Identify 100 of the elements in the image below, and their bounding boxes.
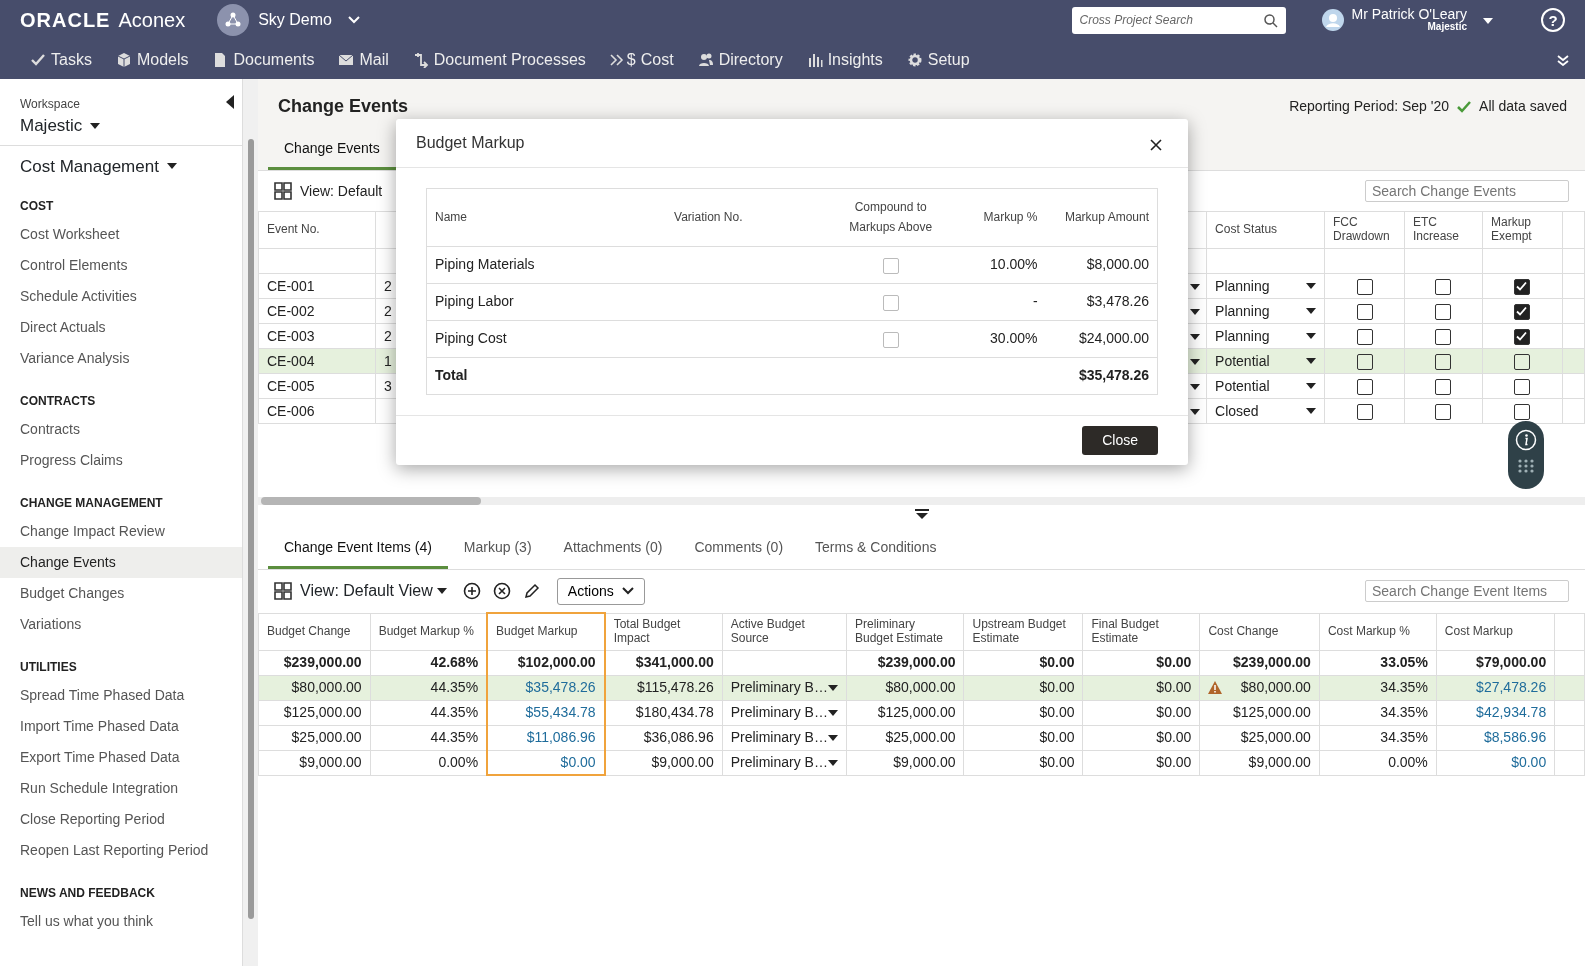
checkbox[interactable]: [1514, 403, 1531, 420]
sidebar-item[interactable]: Progress Claims: [0, 445, 242, 476]
sidebar-item[interactable]: Spread Time Phased Data: [0, 680, 242, 711]
sidebar-item[interactable]: Reopen Last Reporting Period: [0, 835, 242, 866]
checkbox[interactable]: [1435, 328, 1452, 345]
tab[interactable]: Change Event Items (4): [268, 529, 448, 569]
caret-icon: [1483, 17, 1493, 24]
checkbox[interactable]: [882, 257, 899, 274]
checkbox[interactable]: [1435, 378, 1452, 395]
nav-item[interactable]: Documents: [200, 47, 327, 72]
column-header[interactable]: Budget Change: [258, 613, 371, 650]
column-header[interactable]: Budget Markup %: [370, 613, 488, 650]
sidebar-item[interactable]: Import Time Phased Data: [0, 711, 242, 742]
collapse-sidebar-icon[interactable]: [226, 95, 234, 109]
checkbox[interactable]: [1514, 378, 1531, 395]
checkbox[interactable]: [1514, 303, 1531, 320]
sidebar-item[interactable]: Variations: [0, 609, 242, 640]
sidebar-item[interactable]: Schedule Activities: [0, 281, 242, 312]
nav-item[interactable]: Models: [103, 47, 201, 72]
workspace-selector[interactable]: Majestic: [20, 113, 101, 139]
tab[interactable]: Comments (0): [678, 529, 800, 569]
column-header[interactable]: Budget Markup: [487, 613, 605, 650]
sidebar-item[interactable]: Close Reporting Period: [0, 804, 242, 835]
table-cell[interactable]: CE-005: [258, 373, 376, 399]
help-button[interactable]: ?: [1541, 8, 1565, 32]
checkbox[interactable]: [882, 294, 899, 311]
checkbox[interactable]: [1356, 378, 1373, 395]
checkbox[interactable]: [882, 331, 899, 348]
search-icon[interactable]: [1263, 13, 1278, 28]
sidebar-item[interactable]: Export Time Phased Data: [0, 742, 242, 773]
sidebar-item[interactable]: Tell us what you think: [0, 906, 242, 937]
nav-item[interactable]: Directory: [685, 47, 795, 72]
tab[interactable]: Markup (3): [447, 529, 548, 569]
checkbox[interactable]: [1435, 353, 1452, 370]
checkbox[interactable]: [1514, 278, 1531, 295]
table-cell[interactable]: CE-002: [258, 298, 376, 324]
checkbox[interactable]: [1435, 303, 1452, 320]
table-cell[interactable]: CE-001: [258, 273, 376, 299]
nav-item[interactable]: Setup: [894, 47, 982, 72]
search-field[interactable]: Cross Project Search: [1071, 6, 1286, 34]
sidebar-item[interactable]: Change Impact Review: [0, 516, 242, 547]
sidebar-item[interactable]: Direct Actuals: [0, 312, 242, 343]
column-header[interactable]: Final Budget Estimate: [1082, 613, 1200, 650]
sidebar-item[interactable]: Run Schedule Integration: [0, 773, 242, 804]
column-header[interactable]: Upstream Budget Estimate: [964, 613, 1083, 650]
splitter-handle-icon[interactable]: [913, 509, 930, 519]
sidebar-item[interactable]: Budget Changes: [0, 578, 242, 609]
checkbox[interactable]: [1435, 278, 1452, 295]
column-header[interactable]: Cost Markup: [1436, 613, 1555, 650]
column-header[interactable]: Total Budget Impact: [604, 613, 723, 650]
checkbox[interactable]: [1356, 303, 1373, 320]
cube-icon: [115, 51, 132, 68]
search-field[interactable]: Search Change Event Items: [1365, 580, 1569, 602]
module-selector[interactable]: Cost Management: [20, 153, 177, 179]
checkbox[interactable]: [1514, 353, 1531, 370]
checkbox[interactable]: [1356, 328, 1373, 345]
table-cell[interactable]: CE-004: [258, 348, 376, 374]
nav-item[interactable]: Document Processes: [400, 47, 598, 72]
column-header[interactable]: Cost Markup %: [1319, 613, 1437, 650]
sidebar-item[interactable]: Change Events: [0, 547, 242, 578]
sidebar-item[interactable]: Control Elements: [0, 250, 242, 281]
help-widget[interactable]: [1508, 421, 1544, 489]
edit-icon[interactable]: [522, 582, 541, 600]
search-field[interactable]: Search Change Events: [1365, 180, 1569, 202]
nav-item[interactable]: Mail: [326, 47, 401, 72]
nav-item[interactable]: Tasks: [18, 47, 104, 72]
checkbox[interactable]: [1435, 403, 1452, 420]
column-header: Variation No.: [674, 210, 743, 225]
checkbox[interactable]: [1356, 403, 1373, 420]
sidebar-item[interactable]: Contracts: [0, 414, 242, 445]
nav-item[interactable]: Insights: [794, 47, 895, 72]
checkbox[interactable]: [1356, 278, 1373, 295]
scrollbar-thumb[interactable]: [247, 139, 254, 919]
tab[interactable]: Attachments (0): [547, 529, 679, 569]
column-header[interactable]: Active Budget Source: [722, 613, 847, 650]
total-value: $0.00: [1039, 654, 1075, 670]
table-cell[interactable]: CE-006: [258, 398, 376, 424]
project-selector[interactable]: Sky Demo: [257, 7, 361, 33]
link[interactable]: $0.00: [1511, 754, 1547, 770]
table-cell: 2: [383, 327, 392, 344]
remove-icon[interactable]: [492, 582, 511, 600]
add-icon[interactable]: [462, 582, 481, 600]
collapse-icon[interactable]: [1557, 53, 1569, 66]
view-selector[interactable]: View: Default View: [300, 579, 447, 603]
dots-grid-icon: [1517, 459, 1535, 473]
column-header[interactable]: Preliminary Budget Estimate: [846, 613, 964, 650]
sidebar-item[interactable]: Cost Worksheet: [0, 219, 242, 250]
close-button[interactable]: Close: [1082, 425, 1158, 455]
user-name[interactable]: Mr Patrick O'Leary: [1351, 7, 1467, 23]
checkbox[interactable]: [1514, 328, 1531, 345]
actions-button[interactable]: Actions: [556, 577, 645, 605]
sidebar-item[interactable]: Variance Analysis: [0, 343, 242, 374]
total-value: $341,000.00: [635, 654, 714, 670]
checkbox[interactable]: [1356, 353, 1373, 370]
view-selector[interactable]: View: Default: [300, 180, 383, 202]
nav-item[interactable]: $ Cost: [597, 47, 686, 72]
column-header[interactable]: Cost Change: [1199, 613, 1320, 650]
scrollbar-thumb[interactable]: [261, 497, 481, 505]
tab[interactable]: Terms & Conditions: [799, 529, 953, 569]
table-cell[interactable]: CE-003: [258, 323, 376, 349]
